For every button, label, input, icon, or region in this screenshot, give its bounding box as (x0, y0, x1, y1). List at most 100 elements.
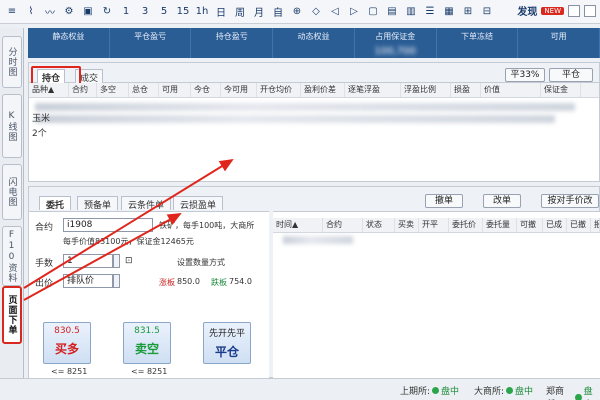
exchange-status: 郑商所: 盘中 (546, 384, 600, 400)
order-list-column-header[interactable]: 报 (591, 218, 600, 232)
positions-column-header[interactable]: 合约 (69, 83, 97, 97)
order-button-label: 平仓 (214, 345, 239, 359)
tab-page-order[interactable]: 页面下单 (2, 286, 22, 344)
summary-cell: 持仓盈亏 (191, 28, 274, 58)
positions-column-header[interactable]: 开仓均价 (257, 83, 301, 97)
toolbar-item[interactable]: ▷ (346, 3, 362, 21)
close-position-button[interactable]: 平仓 (549, 68, 593, 82)
order-list-column-header[interactable]: 状态 (363, 218, 395, 232)
toolbar-item[interactable]: ↻ (99, 3, 115, 21)
quantity-stepper[interactable] (113, 254, 120, 268)
price-select[interactable]: 排队价 (63, 274, 113, 288)
toolbar-item[interactable]: 1h (194, 3, 210, 21)
exchange-state: 盘中 (441, 387, 460, 397)
position-count: 2个 (32, 129, 47, 139)
positions-column-header[interactable]: 损盈 (451, 83, 481, 97)
order-button-label: 卖空 (134, 342, 159, 356)
tab-order-entry[interactable]: 委托 (39, 196, 72, 211)
toolbar-item[interactable]: 自 (270, 3, 286, 21)
tab-cloud-stop-order[interactable]: 云损盈单 (173, 196, 224, 211)
sell-short-button[interactable]: 831.5 卖空 (123, 322, 171, 364)
toolbar-item[interactable]: ☰ (422, 3, 438, 21)
close-33-percent-button[interactable]: 平33% (505, 68, 545, 82)
toolbar-item[interactable]: ⊕ (289, 3, 305, 21)
maximize-button[interactable] (584, 4, 596, 17)
summary-cell: 占用保证金 100,700 (355, 28, 437, 58)
order-list-column-header[interactable]: 开平 (419, 218, 449, 232)
toolbar-item[interactable]: ⌇ (23, 3, 39, 21)
order-list-column-header[interactable]: 买卖 (395, 218, 419, 232)
toolbar-item[interactable]: ⚙ (61, 3, 77, 21)
toolbar-item[interactable]: ⊟ (479, 3, 495, 21)
discover-link[interactable]: 发现 (517, 3, 537, 18)
summary-cell: 动态权益 (273, 28, 355, 58)
order-list-column-header[interactable]: 已成 (543, 218, 567, 232)
positions-column-header[interactable]: 今可用 (221, 83, 257, 97)
price-stepper[interactable] (113, 274, 120, 288)
positions-column-header[interactable]: 逐笔浮盈 (345, 83, 401, 97)
order-form: 合约 i1908 铁矿，每手100吨，大商所 每手价值83100元，保证金124… (29, 211, 269, 378)
minimize-button[interactable] (568, 4, 580, 17)
toolbar-item[interactable]: ▣ (80, 3, 96, 21)
positions-column-header[interactable]: 总仓 (129, 83, 159, 97)
tab-cloud-condition-order[interactable]: 云条件单 (121, 196, 172, 211)
toolbar-item[interactable]: ◁ (327, 3, 343, 21)
toolbar-item[interactable]: 〰 (42, 3, 58, 21)
order-list-column-header[interactable]: 合约 (323, 218, 363, 232)
left-vertical-tabs: 分时图 K线图 闪电图 F10资料 页面下单 (0, 28, 24, 378)
order-list-column-header[interactable]: 已撤 (567, 218, 591, 232)
toolbar-item[interactable]: 1 (118, 3, 134, 21)
exchange-status-bar: 上期所:盘中大商所:盘中郑商所:盘中 (0, 378, 600, 400)
tab-kline[interactable]: K线图 (2, 94, 22, 158)
modify-at-counterparty-button[interactable]: 按对手价改 (541, 194, 599, 208)
price-label: 出价 (35, 279, 54, 289)
contract-label: 合约 (35, 223, 54, 233)
toolbar-item[interactable]: ▥ (403, 3, 419, 21)
toolbar-item[interactable]: 5 (156, 3, 172, 21)
summary-label: 动态权益 (297, 32, 330, 41)
order-list-column-header[interactable]: 委托价 (449, 218, 483, 232)
positions-column-header[interactable]: 价值 (481, 83, 541, 97)
cancel-order-button[interactable]: 撤单 (425, 194, 463, 208)
quantity-mode-link[interactable]: 设置数量方式 (177, 257, 225, 268)
order-list-column-header[interactable]: 时间▲ (273, 218, 323, 232)
close-position-order-button[interactable]: 先开先平 平仓 (203, 322, 251, 364)
positions-column-header[interactable]: 品种▲ (29, 83, 69, 97)
down-limit-value: 754.0 (229, 277, 252, 286)
order-list-column-header[interactable]: 可撤 (517, 218, 543, 232)
tab-f10-info[interactable]: F10资料 (2, 226, 22, 286)
modify-order-button[interactable]: 改单 (483, 194, 521, 208)
toolbar-item[interactable]: ≡ (4, 3, 20, 21)
toolbar-item[interactable]: 3 (137, 3, 153, 21)
toolbar-item[interactable]: 15 (175, 3, 191, 21)
toolbar-item[interactable]: ▦ (441, 3, 457, 21)
toolbar-item[interactable]: ⊞ (460, 3, 476, 21)
status-dot-icon (432, 387, 440, 394)
positions-column-header[interactable]: 今仓 (191, 83, 221, 97)
toolbar-item[interactable]: ▢ (365, 3, 381, 21)
quantity-mode-icon[interactable]: ⊡ (125, 256, 133, 266)
positions-column-header[interactable]: 浮盈比例 (401, 83, 451, 97)
toolbar-item[interactable]: 月 (251, 3, 267, 21)
positions-column-header[interactable]: 盈利价差 (301, 83, 345, 97)
exchange-state: 盘中 (515, 387, 534, 397)
toolbar-item[interactable]: 日 (213, 3, 229, 21)
toolbar-item[interactable]: ▤ (384, 3, 400, 21)
positions-column-header[interactable]: 保证金 (541, 83, 581, 97)
tab-prepared-order[interactable]: 预备单 (77, 196, 119, 211)
toolbar-item[interactable]: 周 (232, 3, 248, 21)
buy-limit-note: <= 8251 (51, 367, 88, 376)
positions-column-header[interactable]: 可用 (159, 83, 191, 97)
tab-flash-chart[interactable]: 闪电图 (2, 164, 22, 220)
buy-long-button[interactable]: 830.5 买多 (43, 322, 91, 364)
contract-input[interactable]: i1908 (63, 218, 153, 232)
tab-time-share[interactable]: 分时图 (2, 36, 22, 88)
order-list-header: 时间▲合约状态买卖开平委托价委托量可撤已成已撤报 (273, 218, 600, 233)
toolbar-item[interactable]: ◇ (308, 3, 324, 21)
quantity-input[interactable]: 1 (63, 254, 113, 268)
sell-limit-note: <= 8251 (131, 367, 168, 376)
exchange-label: 上期所: (400, 387, 431, 397)
positions-column-header[interactable]: 多空 (97, 83, 129, 97)
order-panel: 委托 预备单 云条件单 云损盈单 合约 i1908 铁矿，每手100吨，大商所 … (28, 186, 600, 378)
order-list-column-header[interactable]: 委托量 (483, 218, 517, 232)
